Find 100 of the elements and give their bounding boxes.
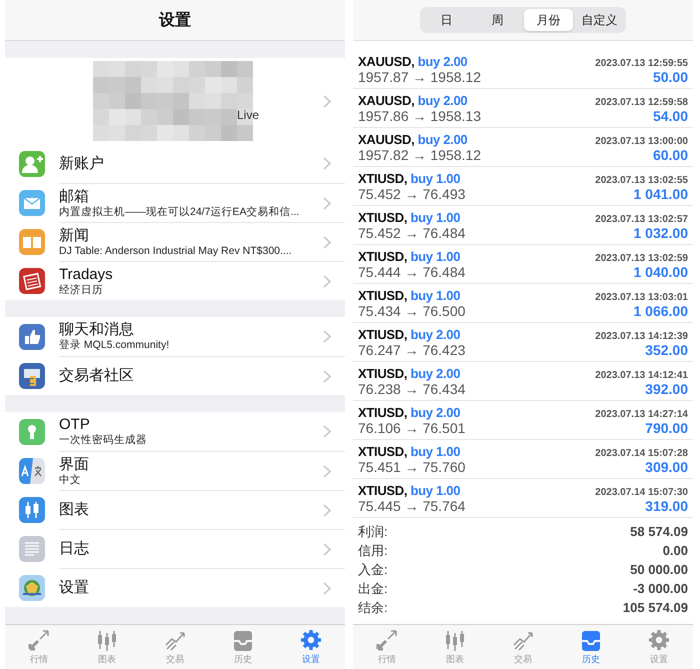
tab-bar-item[interactable]: 历史: [557, 625, 625, 669]
menu-item[interactable]: 交易者社区: [5, 356, 345, 395]
deal-row[interactable]: XTIUSD, buy 2.00 2023.07.13 14:12:39 76.247 → 76.423 352.00: [353, 323, 693, 362]
deal-title: XTIUSD, buy 2.00: [358, 326, 460, 342]
summary-label: 信用:: [358, 542, 388, 560]
deal-title: XTIUSD, buy 2.00: [358, 366, 460, 380]
arrows-icon: [375, 628, 399, 650]
chevron-icon: [323, 196, 331, 210]
item-subtitle: DJ Table: Anderson Industrial May Rev NT$300....: [59, 244, 293, 258]
deal-prices: 1957.86 → 1958.13: [358, 108, 481, 124]
deal-profit: 1 066.00: [634, 302, 688, 318]
menu-item[interactable]: 界面 中文: [5, 451, 345, 490]
summary-value: 50 000.00: [630, 562, 688, 577]
deal-time: 2023.07.13 12:59:58: [595, 96, 688, 108]
deal-row[interactable]: XAUUSD, buy 2.00 2023.07.13 13:00:00 1957.82 → 1958.12 60.00: [353, 128, 693, 167]
settings-icon: [299, 628, 323, 650]
summary-label: 出金:: [358, 580, 388, 598]
deal-profit: 392.00: [645, 380, 688, 396]
menu-item[interactable]: 图表: [5, 490, 345, 529]
chevron-icon: [323, 582, 331, 594]
summary-value: -3 000.00: [633, 581, 688, 596]
person-add-icon: [19, 150, 45, 176]
deal-time: 2023.07.13 14:27:14: [595, 408, 688, 420]
deal-profit: 54.00: [652, 108, 688, 124]
deal-prices: 75.445 → 75.764: [358, 498, 466, 514]
deal-prices: 76.106 → 76.501: [358, 420, 466, 436]
deal-prices: 76.247 → 76.423: [358, 342, 466, 358]
account-row[interactable]: Live: [5, 58, 345, 144]
deal-prices: 75.452 → 76.484: [358, 224, 466, 240]
deal-prices: 1957.87 → 1958.12: [358, 68, 481, 84]
book-icon: [19, 228, 45, 254]
chevron-icon: [323, 464, 331, 478]
menu-item[interactable]: 聊天和消息 登录 MQL5.community!: [5, 317, 345, 356]
thumbs-up-icon: [19, 324, 45, 350]
deal-time: 2023.07.13 14:12:39: [595, 330, 688, 342]
deal-time: 2023.07.14 15:07:30: [595, 486, 688, 498]
calendar-icon: [19, 268, 45, 294]
candlestick-icon: [19, 496, 45, 522]
deal-row[interactable]: XTIUSD, buy 1.00 2023.07.13 13:02:59 75.444 → 76.484 1 040.00: [353, 245, 693, 284]
deal-profit: 319.00: [645, 498, 688, 514]
deal-prices: 1957.82 → 1958.12: [358, 146, 481, 162]
candlestick-icon: [95, 628, 119, 650]
keyhole-icon: [19, 418, 45, 444]
menu-item[interactable]: 新账户: [5, 144, 345, 183]
deal-profit: 309.00: [645, 458, 688, 474]
deal-title: XTIUSD, buy 1.00: [358, 248, 460, 264]
arrows-icon: [27, 628, 51, 650]
chevron-icon: [323, 370, 331, 382]
deal-row[interactable]: XTIUSD, buy 1.00 2023.07.13 13:03:01 75.434 → 76.500 1 066.00: [353, 284, 693, 323]
chevron-icon: [323, 274, 331, 288]
inbox-icon: [231, 628, 255, 650]
deal-time: 2023.07.13 13:02:57: [595, 214, 688, 224]
deal-time: 2023.07.14 15:07:28: [595, 448, 688, 458]
item-subtitle: 中文: [59, 474, 82, 486]
deal-time: 2023.07.13 13:00:00: [595, 136, 688, 146]
deal-row[interactable]: XAUUSD, buy 2.00 2023.07.13 12:59:58 1957.86 → 1958.13 54.00: [353, 89, 693, 128]
menu-item[interactable]: 新闻 DJ Table: Anderson Industrial May Rev NT$300....: [5, 222, 345, 261]
inbox-icon: [579, 628, 603, 650]
deal-profit: 352.00: [645, 342, 688, 358]
period-tab[interactable]: 周: [473, 9, 522, 31]
deal-row[interactable]: XTIUSD, buy 1.00 2023.07.13 13:02:55 75.452 → 76.493 1 041.00: [353, 167, 693, 206]
summary-label: 入金:: [358, 560, 388, 578]
item-title: 聊天和消息: [59, 321, 135, 339]
summary-value: 0.00: [662, 543, 688, 558]
deal-row[interactable]: XAUUSD, buy 2.00 2023.07.13 12:59:55 1957.87 → 1958.12 50.00: [353, 50, 693, 89]
period-tab[interactable]: 自定义: [575, 9, 624, 31]
period-tab[interactable]: 月份: [524, 9, 573, 31]
menu-item[interactable]: OTP 一次性密码生成器: [5, 412, 345, 451]
menu-item[interactable]: Tradays 经济日历: [5, 261, 345, 300]
summary-value: 58 574.09: [630, 524, 688, 539]
deal-profit: 1 032.00: [634, 224, 688, 240]
menu-item[interactable]: 邮箱 内置虚拟主机——现在可以24/7运行EA交易和信...: [5, 183, 345, 222]
chevron-icon: [323, 425, 331, 438]
item-subtitle: 内置虚拟主机——现在可以24/7运行EA交易和信...: [59, 206, 300, 218]
candlestick-icon: [443, 628, 467, 650]
deal-title: XAUUSD, buy 2.00: [358, 92, 468, 108]
deal-row[interactable]: XTIUSD, buy 2.00 2023.07.13 14:27:14 76.106 → 76.501 790.00: [353, 401, 693, 440]
settings-icon: [647, 628, 671, 650]
chevron-icon: [323, 236, 331, 248]
deal-time: 2023.07.13 14:12:41: [595, 370, 688, 380]
account-server: Live: [237, 108, 260, 122]
deal-profit: 50.00: [652, 68, 688, 84]
deal-title: XAUUSD, buy 2.00: [358, 132, 468, 146]
deal-title: XTIUSD, buy 1.00: [358, 170, 460, 186]
item-subtitle: 登录 MQL5.community!: [59, 339, 170, 352]
period-tab[interactable]: 日: [422, 9, 471, 31]
deal-title: XTIUSD, buy 1.00: [358, 210, 460, 224]
deal-row[interactable]: XTIUSD, buy 1.00 2023.07.13 13:02:57 75.452 → 76.484 1 032.00: [353, 206, 693, 245]
deal-prices: 75.451 → 75.760: [358, 458, 466, 474]
item-title: 日志: [59, 540, 90, 558]
deal-prices: 76.238 → 76.434: [358, 380, 466, 396]
menu-item[interactable]: 设置: [5, 568, 345, 607]
deal-row[interactable]: XTIUSD, buy 1.00 2023.07.14 15:07:28 75.451 → 75.760 309.00: [353, 440, 693, 479]
deal-row[interactable]: XTIUSD, buy 2.00 2023.07.13 14:12:41 76.238 → 76.434 392.00: [353, 362, 693, 401]
menu-item[interactable]: 日志: [5, 529, 345, 568]
tab-bar-item[interactable]: 设置: [277, 625, 345, 669]
document-icon: [19, 536, 45, 562]
app-logo-icon: [19, 574, 45, 600]
deal-time: 2023.07.13 13:02:55: [595, 174, 688, 186]
screen-title: 设置: [159, 10, 191, 30]
